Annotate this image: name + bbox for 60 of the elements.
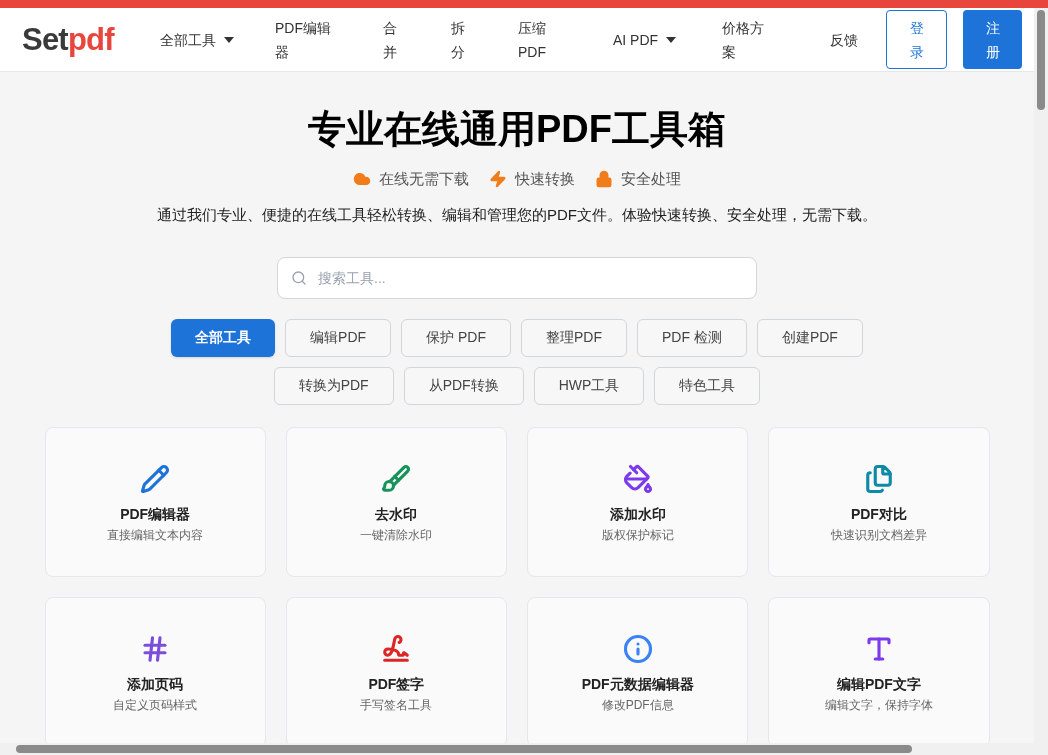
category-tab[interactable]: 创建PDF [756,318,863,357]
tool-card[interactable]: PDF编辑器 直接编辑文本内容 [44,426,266,577]
tool-card[interactable]: 添加水印 版权保护标记 [527,426,749,577]
nav-link[interactable]: PDF编辑器 [275,15,383,64]
description: 通过我们专业、便捷的在线工具轻松转换、编辑和管理您的PDF文件。体验快速转换、安全处理，无需下载。 [157,205,877,225]
signature-icon [381,633,412,664]
tool-title: PDF元数据编辑器 [581,674,694,694]
search-field[interactable]: 搜索工具... [277,256,757,299]
page-title: 专业在线通用PDF工具箱 [308,107,726,152]
tool-title: 添加页码 [127,674,184,694]
tool-subtitle: 一键清除水印 [360,526,433,544]
category-tab[interactable]: PDF 检测 [637,318,747,357]
tool-title: 添加水印 [609,504,666,524]
nav-link[interactable]: 拆分 [451,15,518,64]
tool-title: PDF对比 [850,504,907,524]
feature-label: 安全处理 [621,168,681,189]
login-button[interactable]: 登录 [886,10,947,69]
horizontal-scrollbar[interactable] [0,743,1034,755]
tool-subtitle: 版权保护标记 [601,526,674,544]
tool-title: 去水印 [375,504,418,524]
nav-link[interactable]: 合并 [383,15,451,64]
category-tab[interactable]: 保护 PDF [401,318,511,357]
tool-title: PDF编辑器 [120,504,191,524]
category-tab[interactable]: 整理PDF [521,318,627,357]
category-tab[interactable]: 全部工具 [171,318,276,357]
documents-icon [863,463,894,494]
pencil-icon [140,463,171,494]
category-tab[interactable]: 特色工具 [654,366,761,405]
tool-subtitle: 修改PDF信息 [601,696,674,714]
tool-subtitle: 直接编辑文本内容 [107,526,204,544]
category-tab[interactable]: 从PDF转换 [403,366,524,405]
search-icon [291,269,307,286]
tool-subtitle: 自定义页码样式 [113,696,198,714]
lightning-icon [489,169,507,188]
tool-subtitle: 编辑文字，保持字体 [824,696,933,714]
vertical-scrollbar[interactable] [1034,8,1048,755]
caret-icon [224,36,234,43]
feature-label: 快速转换 [515,168,575,189]
brush-icon [381,463,412,494]
tool-title: PDF签字 [368,674,425,694]
nav-link[interactable]: 反馈 [830,27,886,52]
tool-title: 编辑PDF文字 [836,674,921,694]
paint-bucket-icon [622,463,653,494]
tool-card[interactable]: 去水印 一键清除水印 [285,426,507,577]
nav-link[interactable]: 价格方案 [722,15,830,64]
logo[interactable]: Setpdf [22,24,138,55]
tool-subtitle: 手写签名工具 [360,696,433,714]
tool-card[interactable]: PDF对比 快速识别文档差异 [768,426,990,577]
category-tab[interactable]: 转换为PDF [273,366,394,405]
category-tab[interactable]: HWP工具 [533,366,645,405]
nav-link[interactable]: 全部工具 [160,27,275,52]
tool-subtitle: 快速识别文档差异 [830,526,927,544]
feature-label: 在线无需下载 [379,168,469,189]
lock-icon [595,169,613,188]
register-button[interactable]: 注册 [963,10,1022,69]
caret-icon [666,36,677,43]
category-tab[interactable]: 编辑PDF [285,318,392,357]
info-icon [622,633,653,664]
nav-link[interactable]: AI PDF [613,27,722,52]
nav-link[interactable]: 压缩PDF [518,15,613,64]
